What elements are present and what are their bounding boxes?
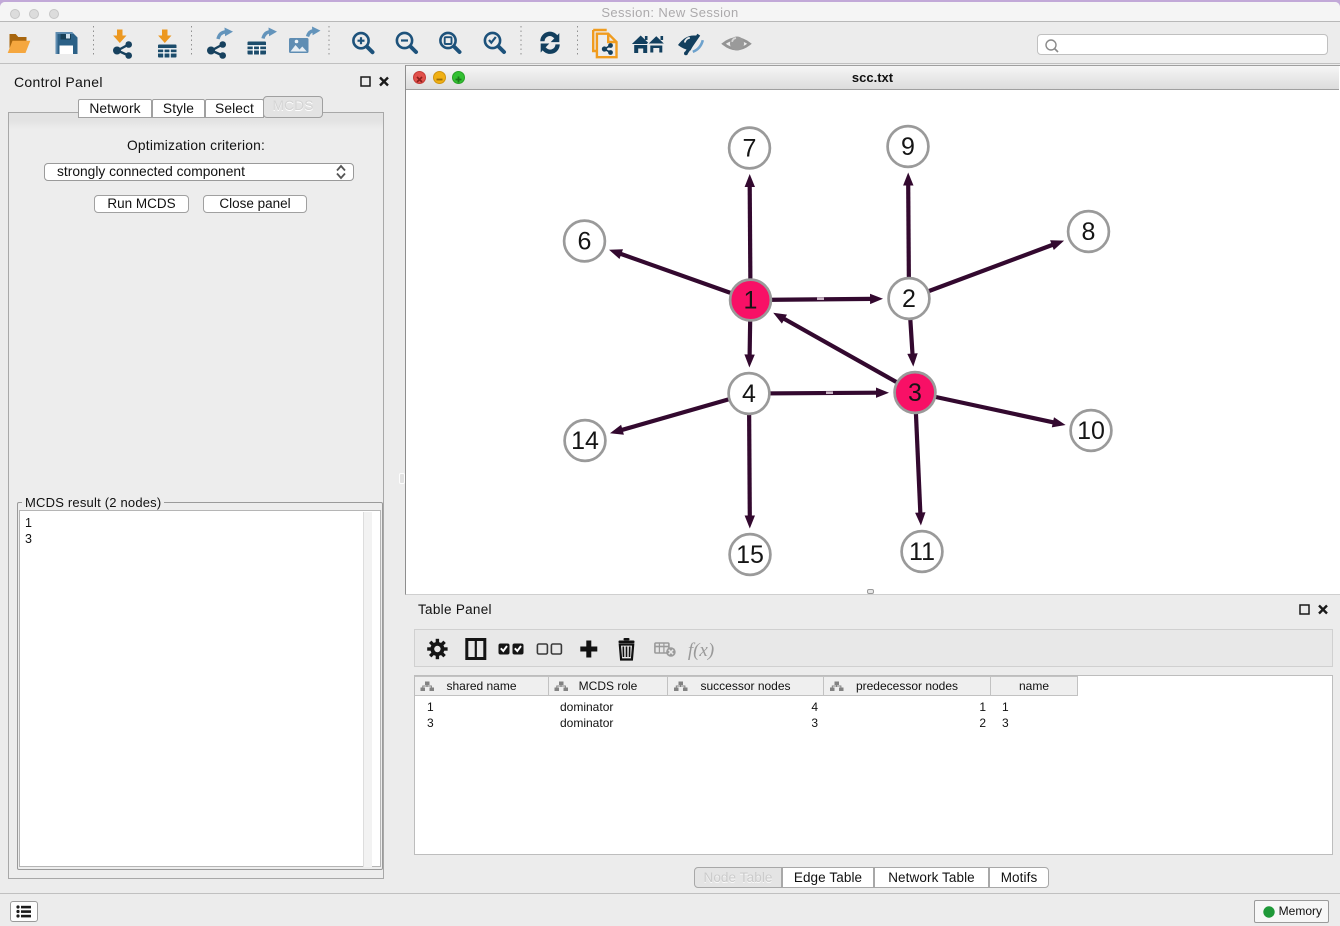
svg-text:1: 1 — [744, 287, 758, 315]
svg-text:11: 11 — [909, 538, 935, 566]
svg-text:4: 4 — [742, 380, 756, 408]
svg-text:3: 3 — [908, 379, 922, 407]
svg-text:8: 8 — [1082, 218, 1096, 246]
svg-text:7: 7 — [743, 135, 757, 163]
svg-text:6: 6 — [578, 228, 592, 256]
svg-text:2: 2 — [902, 285, 916, 313]
svg-text:10: 10 — [1077, 417, 1105, 445]
svg-text:14: 14 — [571, 427, 599, 455]
svg-text:9: 9 — [901, 133, 915, 161]
svg-text:f(x): f(x) — [688, 640, 714, 661]
svg-text:15: 15 — [736, 541, 764, 569]
